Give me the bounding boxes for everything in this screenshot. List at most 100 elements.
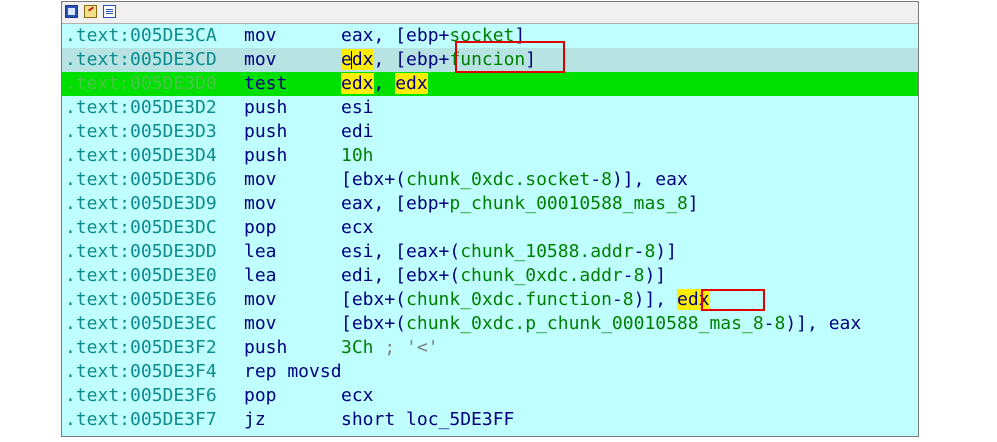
comment-marker: ; bbox=[384, 337, 396, 358]
instruction-operands: ecx bbox=[341, 216, 374, 240]
instruction-mnemonic: push bbox=[244, 337, 288, 358]
operand-text: esi, [eax+( bbox=[341, 241, 461, 262]
operand-number: 8 bbox=[633, 265, 645, 286]
operand-text: edi, [ebx+( bbox=[341, 265, 461, 286]
operand-text: - bbox=[763, 313, 775, 334]
instruction-mnemonic: lea bbox=[244, 265, 277, 286]
instruction-mnemonic: mov bbox=[244, 49, 277, 70]
instruction-operands: edi, [ebx+(chunk_0xdc.addr-8)] bbox=[341, 264, 666, 288]
instruction-address: .text:005DE3D0 bbox=[65, 73, 217, 94]
instruction-address: .text:005DE3D2 bbox=[65, 97, 217, 118]
operand-symbol[interactable]: chunk_0xdc.p_chunk_00010588_mas_8 bbox=[406, 313, 764, 334]
edit-icon[interactable] bbox=[84, 5, 97, 18]
operand-text: short loc_5DE3FF bbox=[341, 409, 515, 430]
operand-symbol[interactable]: chunk_0xdc.socket bbox=[406, 169, 590, 190]
disassembly-line[interactable]: .text:005DE3F2 push 3Ch ; '<' bbox=[62, 336, 918, 360]
disassembly-line[interactable]: .text:005DE3E0 lea edi, [ebx+(chunk_0xdc.a… bbox=[62, 264, 918, 288]
operand-number: 8 bbox=[622, 289, 634, 310]
view-toolbar bbox=[62, 2, 918, 24]
instruction-address: .text:005DE3CA bbox=[65, 25, 217, 46]
instruction-address: .text:005DE3F2 bbox=[65, 337, 217, 358]
operand-text: [ebx+( bbox=[341, 169, 407, 190]
instruction-address: .text:005DE3DC bbox=[65, 217, 217, 238]
instruction-mnemonic: mov bbox=[244, 193, 277, 214]
disassembly-line[interactable]: .text:005DE3F6 pop ecx bbox=[62, 384, 918, 408]
operand-number: 8 bbox=[601, 169, 612, 190]
operand-text: eax, [ebp+ bbox=[341, 25, 450, 46]
instruction-operands: eax, [ebp+p_chunk_00010588_mas_8] bbox=[341, 192, 699, 216]
instruction-operands: esi bbox=[341, 96, 374, 120]
disassembly-line[interactable]: .text:005DE3D3 push edi bbox=[62, 120, 918, 144]
instruction-address: .text:005DE3D9 bbox=[65, 193, 217, 214]
operand-symbol[interactable]: chunk_10588.addr bbox=[460, 241, 633, 262]
instruction-operands: edx, [ebp+funcion] bbox=[341, 48, 536, 72]
instruction-operands: edx, edx bbox=[341, 72, 428, 96]
instruction-address: .text:005DE3E6 bbox=[65, 289, 217, 310]
instruction-address: .text:005DE3F7 bbox=[65, 409, 217, 430]
disassembly-listing[interactable]: .text:005DE3CA mov eax, [ebp+socket] .text:… bbox=[62, 24, 918, 436]
disassembly-line[interactable]: .text:005DE3DD lea esi, [eax+(chunk_10588.… bbox=[62, 240, 918, 264]
operand-symbol[interactable]: p_chunk_00010588_mas_8 bbox=[449, 193, 687, 214]
instruction-operands: eax, [ebp+socket] bbox=[341, 24, 525, 48]
operand-symbol[interactable]: funcion bbox=[449, 49, 525, 70]
highlighted-register[interactable]: dx bbox=[351, 49, 374, 70]
disassembly-line[interactable]: .text:005DE3F4 rep movsd bbox=[62, 360, 918, 384]
instruction-operands: [ebx+(chunk_0xdc.function-8)], edx bbox=[341, 288, 710, 312]
highlighted-register[interactable]: edx bbox=[676, 289, 710, 310]
highlighted-register[interactable]: edx bbox=[341, 73, 374, 94]
disassembly-line[interactable]: .text:005DE3EC mov [ebx+(chunk_0xdc.p_chun… bbox=[62, 312, 918, 336]
disassembly-line[interactable]: .text:005DE3CA mov eax, [ebp+socket] bbox=[62, 24, 918, 48]
operand-symbol[interactable]: socket bbox=[449, 25, 514, 46]
instruction-address: .text:005DE3D4 bbox=[65, 145, 217, 166]
instruction-mnemonic: test bbox=[244, 73, 288, 94]
instruction-mnemonic: pop bbox=[244, 385, 277, 406]
instruction-mnemonic: mov bbox=[244, 25, 277, 46]
graph-view-icon[interactable] bbox=[65, 5, 78, 18]
instruction-operands: [ebx+(chunk_0xdc.socket-8)], eax bbox=[341, 168, 688, 192]
disassembly-line[interactable]: .text:005DE3E6 mov [ebx+(chunk_0xdc.functi… bbox=[62, 288, 918, 312]
instruction-address: .text:005DE3DD bbox=[65, 241, 217, 262]
disassembly-line[interactable]: .text:005DE3D6 mov [ebx+(chunk_0xdc.socket… bbox=[62, 168, 918, 192]
instruction-address: .text:005DE3CD bbox=[65, 49, 217, 70]
operand-text: )], eax bbox=[785, 313, 862, 334]
operand-number: 3Ch bbox=[341, 337, 374, 358]
instruction-operands: 10h bbox=[341, 144, 374, 168]
highlighted-register[interactable]: edx bbox=[395, 73, 428, 94]
operand-text: - bbox=[611, 289, 623, 310]
instruction-mnemonic: push bbox=[244, 97, 288, 118]
operand-text: - bbox=[590, 169, 602, 190]
disassembly-line[interactable]: .text:005DE3D0 test edx, edx bbox=[62, 72, 918, 96]
operand-text: )] bbox=[644, 265, 667, 286]
disassembly-line[interactable]: .text:005DE3D4 push 10h bbox=[62, 144, 918, 168]
disassembly-line[interactable]: .text:005DE3F7 jz short loc_5DE3FF bbox=[62, 408, 918, 432]
operand-number: 8 bbox=[774, 313, 786, 334]
disassembly-line[interactable]: .text:005DE3D2 push esi bbox=[62, 96, 918, 120]
instruction-mnemonic: pop bbox=[244, 217, 277, 238]
operand-text: )], bbox=[633, 289, 677, 310]
instruction-mnemonic: lea bbox=[244, 241, 277, 262]
disassembly-line[interactable]: .text:005DE3D9 mov eax, [ebp+p_chunk_00010… bbox=[62, 192, 918, 216]
operand-text: ] bbox=[525, 49, 537, 70]
operand-symbol[interactable]: chunk_0xdc.addr bbox=[460, 265, 623, 286]
instruction-operands: edi bbox=[341, 120, 374, 144]
disassembly-line[interactable]: .text:005DE3CD mov edx, [ebp+funcion] bbox=[62, 48, 918, 72]
operand-text: [ebx+( bbox=[341, 313, 407, 334]
instruction-operands: [ebx+(chunk_0xdc.p_chunk_00010588_mas_8-… bbox=[341, 312, 861, 336]
ida-disassembly-window: .text:005DE3CA mov eax, [ebp+socket] .text:… bbox=[61, 1, 919, 437]
operand-text: , [ebp+ bbox=[373, 49, 450, 70]
instruction-mnemonic: jz bbox=[244, 409, 266, 430]
instruction-mnemonic: mov bbox=[244, 169, 277, 190]
instruction-address: .text:005DE3F6 bbox=[65, 385, 217, 406]
operand-symbol[interactable]: chunk_0xdc.function bbox=[406, 289, 612, 310]
operand-number: 10h bbox=[341, 145, 374, 166]
disassembly-line[interactable]: .text:005DE3DC pop ecx bbox=[62, 216, 918, 240]
instruction-operands: esi, [eax+(chunk_10588.addr-8)] bbox=[341, 240, 677, 264]
text-view-icon[interactable] bbox=[103, 5, 116, 18]
operand-text: esi bbox=[341, 97, 374, 118]
instruction-mnemonic: push bbox=[244, 121, 288, 142]
operand-text: - bbox=[622, 265, 634, 286]
instruction-operands: short loc_5DE3FF bbox=[341, 408, 514, 432]
operand-text: )], eax bbox=[611, 169, 688, 190]
operand-number: 8 bbox=[644, 241, 656, 262]
instruction-address: .text:005DE3E0 bbox=[65, 265, 217, 286]
